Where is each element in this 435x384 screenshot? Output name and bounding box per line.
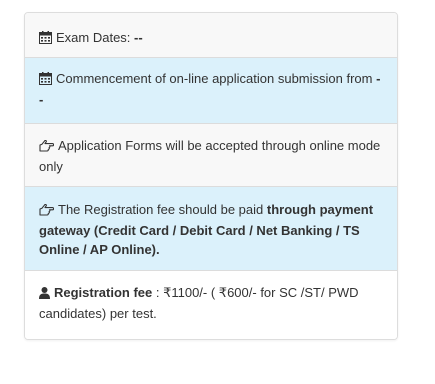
- exam-dates-label: Exam Dates:: [56, 30, 135, 45]
- exam-dates-item: Exam Dates: --: [25, 13, 397, 58]
- registration-fee-item: Registration fee : ₹1100/- ( ₹600/- for …: [25, 271, 397, 339]
- hand-pointing-right-icon: [39, 138, 55, 157]
- online-mode-item: Application Forms will be accepted throu…: [25, 124, 397, 187]
- payment-gateway-label: The Registration fee should be paid: [58, 202, 267, 217]
- application-commencement-label: Commencement of on-line application subm…: [56, 71, 377, 86]
- application-commencement-item: Commencement of on-line application subm…: [25, 58, 397, 124]
- exam-dates-value: --: [134, 30, 143, 45]
- registration-fee-label: Registration fee: [54, 285, 153, 300]
- user-icon: [39, 285, 50, 304]
- hand-pointing-right-icon: [39, 202, 55, 221]
- calendar-icon: [39, 71, 52, 90]
- calendar-icon: [39, 30, 52, 49]
- payment-gateway-item: The Registration fee should be paid thro…: [25, 187, 397, 271]
- online-mode-text: Application Forms will be accepted throu…: [39, 138, 381, 174]
- exam-info-panel: Exam Dates: -- Commencement of on-line a…: [24, 12, 398, 340]
